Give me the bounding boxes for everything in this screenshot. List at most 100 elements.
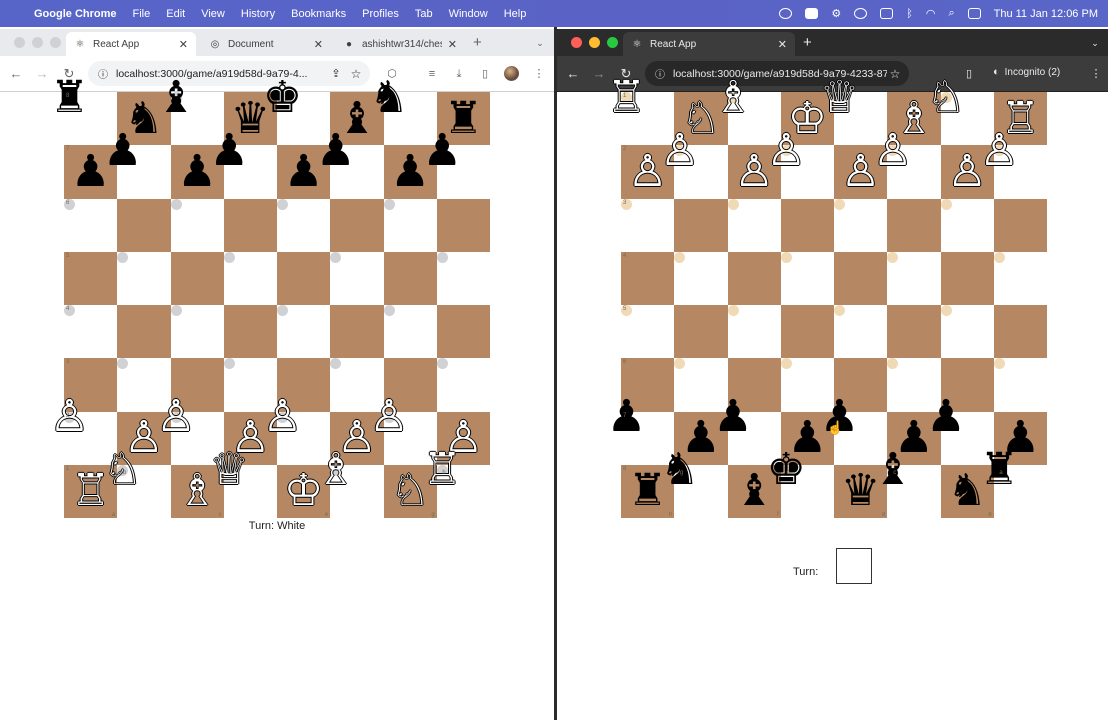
- back-icon[interactable]: ←: [565, 66, 581, 82]
- address-bar[interactable]: ⓘ localhost:3000/game/a919d58d-9a79-4233…: [645, 61, 909, 86]
- board-square[interactable]: [330, 358, 342, 370]
- white-piece[interactable]: ♙: [980, 128, 1019, 173]
- black-piece[interactable]: ♟: [210, 128, 249, 173]
- menu-bookmarks[interactable]: Bookmarks: [291, 8, 346, 20]
- bookmark-star-icon[interactable]: ☆: [887, 67, 903, 81]
- board-square[interactable]: [117, 358, 129, 370]
- board-square[interactable]: [170, 251, 224, 305]
- board-square[interactable]: [674, 251, 686, 263]
- address-bar[interactable]: ⓘ localhost:3000/game/a919d58d-9a79-4...…: [88, 61, 370, 86]
- board-square[interactable]: [993, 358, 1005, 370]
- white-piece[interactable]: ♗: [316, 448, 355, 492]
- battery-icon[interactable]: [880, 8, 894, 19]
- board-square[interactable]: [727, 251, 781, 305]
- board-square[interactable]: g ♞: [660, 448, 699, 492]
- more-menu-icon[interactable]: ⋮: [532, 67, 546, 81]
- board-square[interactable]: [330, 251, 342, 263]
- incognito-indicator[interactable]: ◐ Incognito (2): [993, 66, 1060, 78]
- board-square[interactable]: e ♚: [767, 448, 806, 492]
- extension-icon[interactable]: ≡: [425, 67, 439, 81]
- site-info-icon[interactable]: ⓘ: [653, 66, 667, 81]
- close-icon[interactable]: ✕: [778, 38, 787, 51]
- menu-profiles[interactable]: Profiles: [362, 8, 399, 20]
- board-square[interactable]: 6: [64, 198, 75, 210]
- board-square[interactable]: [223, 305, 277, 359]
- board-square[interactable]: 8 ♜: [50, 75, 89, 119]
- board-square[interactable]: ♙: [873, 128, 912, 172]
- board-square[interactable]: ♙: [263, 395, 302, 439]
- white-piece[interactable]: ♙: [660, 128, 699, 173]
- close-window-button[interactable]: [571, 37, 582, 48]
- board-square[interactable]: c ♝: [873, 448, 912, 492]
- white-piece[interactable]: ♘: [926, 75, 965, 120]
- board-square[interactable]: ♟: [713, 395, 752, 439]
- menu-edit[interactable]: Edit: [166, 8, 185, 20]
- board-square[interactable]: [223, 198, 277, 252]
- side-panel-icon[interactable]: ▯: [478, 67, 492, 81]
- white-piece[interactable]: ♙: [50, 395, 89, 439]
- zoom-window-button[interactable]: [50, 37, 61, 48]
- clock[interactable]: Thu 11 Jan 12:06 PM: [994, 8, 1098, 20]
- board-square[interactable]: [436, 358, 448, 370]
- board-square[interactable]: [834, 198, 845, 210]
- board-square[interactable]: 5: [64, 251, 118, 305]
- board-square[interactable]: [834, 251, 888, 305]
- board-square[interactable]: [277, 198, 288, 210]
- board-square[interactable]: [383, 198, 395, 210]
- wifi-icon[interactable]: ◠: [926, 7, 936, 20]
- bluetooth-icon[interactable]: ᛒ: [906, 8, 913, 20]
- white-piece[interactable]: ♙: [873, 128, 912, 173]
- screen-record-icon[interactable]: [805, 8, 819, 19]
- board-square[interactable]: [383, 251, 437, 305]
- close-icon[interactable]: ✕: [314, 38, 323, 51]
- close-icon[interactable]: ✕: [179, 38, 188, 51]
- board-square[interactable]: [223, 358, 235, 370]
- board-square[interactable]: [780, 198, 834, 252]
- menu-help[interactable]: Help: [504, 8, 527, 20]
- board-square[interactable]: ♙: [156, 395, 195, 439]
- board-square[interactable]: [993, 198, 1047, 252]
- tab-react-app[interactable]: ⚛ React App ✕: [623, 32, 795, 56]
- menu-view[interactable]: View: [201, 8, 225, 20]
- tab-search-icon[interactable]: ⌄: [1087, 36, 1103, 50]
- board-square[interactable]: h ♖: [423, 448, 462, 492]
- white-piece[interactable]: ♙: [369, 395, 408, 439]
- board-square[interactable]: ♝: [156, 75, 195, 119]
- board-square[interactable]: 5: [621, 305, 632, 316]
- board-square[interactable]: ♟: [103, 128, 142, 172]
- install-icon[interactable]: ⇪: [328, 67, 344, 80]
- board-square[interactable]: ♟: [926, 395, 965, 439]
- menu-history[interactable]: History: [241, 8, 275, 20]
- board-square[interactable]: [887, 198, 941, 252]
- menu-file[interactable]: File: [133, 8, 151, 20]
- download-icon[interactable]: ⤓: [452, 67, 466, 81]
- search-icon[interactable]: ⌕: [948, 7, 954, 20]
- gear-icon[interactable]: ⚙: [831, 7, 841, 20]
- board-square[interactable]: f ♗: [316, 448, 355, 492]
- board-square[interactable]: ♚: [263, 75, 302, 119]
- black-piece[interactable]: ♟: [607, 395, 646, 439]
- more-menu-icon[interactable]: ⋮: [1089, 67, 1103, 81]
- tab-github[interactable]: ● ashishtwr314/ches ✕: [335, 32, 465, 56]
- board-square[interactable]: ♟: [210, 128, 249, 172]
- control-center-icon[interactable]: [967, 8, 981, 19]
- black-piece[interactable]: ♞: [369, 75, 408, 120]
- white-piece[interactable]: ♙: [263, 395, 302, 439]
- board-square[interactable]: [117, 198, 171, 252]
- black-piece[interactable]: ♝: [156, 75, 195, 120]
- board-square[interactable]: [223, 251, 235, 263]
- minimize-window-button[interactable]: [589, 37, 600, 48]
- board-square[interactable]: [780, 251, 792, 263]
- new-tab-button[interactable]: +: [473, 34, 482, 51]
- board-square[interactable]: [940, 251, 994, 305]
- white-piece[interactable]: ♖: [607, 75, 646, 120]
- white-piece[interactable]: ♙: [156, 395, 195, 439]
- board-square[interactable]: 7 ♟: [607, 395, 646, 439]
- board-square[interactable]: [780, 358, 792, 370]
- board-square[interactable]: [993, 251, 1005, 263]
- black-piece[interactable]: ♟: [423, 128, 462, 173]
- white-piece[interactable]: ♗: [713, 75, 752, 120]
- board-square[interactable]: [277, 251, 331, 305]
- board-square[interactable]: 4: [621, 251, 675, 305]
- site-info-icon[interactable]: ⓘ: [96, 66, 110, 81]
